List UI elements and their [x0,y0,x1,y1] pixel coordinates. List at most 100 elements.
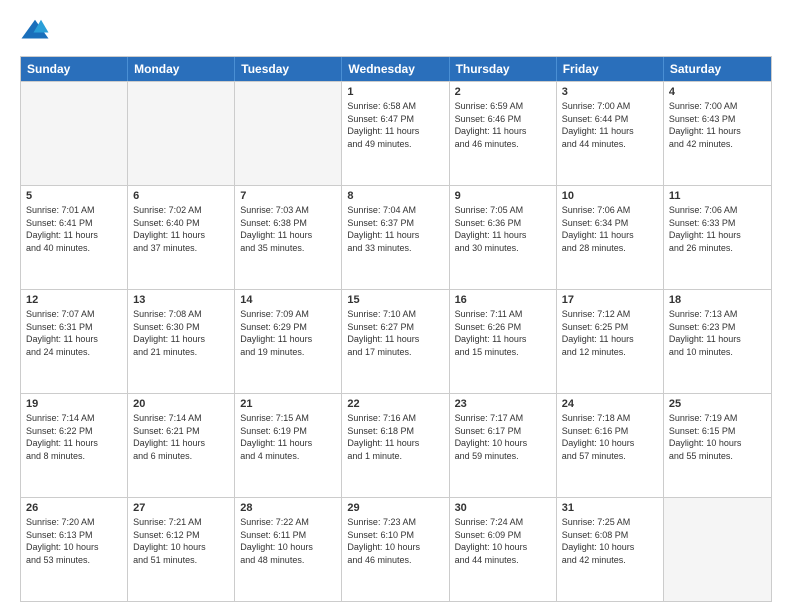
day-number: 19 [26,398,122,410]
day-number: 1 [347,86,443,98]
calendar-cell: 9 Sunrise: 7:05 AM Sunset: 6:36 PM Daylig… [450,186,557,289]
day-number: 22 [347,398,443,410]
calendar-cell: 31 Sunrise: 7:25 AM Sunset: 6:08 PM Dayli… [557,498,664,601]
header-cell-tuesday: Tuesday [235,57,342,81]
day-info: Sunrise: 7:15 AM Sunset: 6:19 PM Dayligh… [240,412,336,462]
day-info: Sunrise: 7:24 AM Sunset: 6:09 PM Dayligh… [455,516,551,566]
day-info: Sunrise: 7:05 AM Sunset: 6:36 PM Dayligh… [455,204,551,254]
day-info: Sunrise: 7:21 AM Sunset: 6:12 PM Dayligh… [133,516,229,566]
calendar-row: 19 Sunrise: 7:14 AM Sunset: 6:22 PM Dayli… [21,393,771,497]
day-number: 31 [562,502,658,514]
calendar-body: 1 Sunrise: 6:58 AM Sunset: 6:47 PM Daylig… [21,81,771,601]
day-info: Sunrise: 7:11 AM Sunset: 6:26 PM Dayligh… [455,308,551,358]
logo-icon [20,16,50,46]
day-info: Sunrise: 7:00 AM Sunset: 6:44 PM Dayligh… [562,100,658,150]
page: SundayMondayTuesdayWednesdayThursdayFrid… [0,0,792,612]
day-number: 17 [562,294,658,306]
calendar-cell: 27 Sunrise: 7:21 AM Sunset: 6:12 PM Dayli… [128,498,235,601]
day-info: Sunrise: 7:00 AM Sunset: 6:43 PM Dayligh… [669,100,766,150]
day-number: 11 [669,190,766,202]
day-info: Sunrise: 7:20 AM Sunset: 6:13 PM Dayligh… [26,516,122,566]
day-info: Sunrise: 7:14 AM Sunset: 6:21 PM Dayligh… [133,412,229,462]
calendar-cell: 19 Sunrise: 7:14 AM Sunset: 6:22 PM Dayli… [21,394,128,497]
day-info: Sunrise: 7:25 AM Sunset: 6:08 PM Dayligh… [562,516,658,566]
day-info: Sunrise: 7:14 AM Sunset: 6:22 PM Dayligh… [26,412,122,462]
calendar: SundayMondayTuesdayWednesdayThursdayFrid… [20,56,772,602]
calendar-cell: 17Sunrise: 7:12 AM Sunset: 6:25 PM Dayli… [557,290,664,393]
calendar-cell: 15Sunrise: 7:10 AM Sunset: 6:27 PM Dayli… [342,290,449,393]
header-cell-monday: Monday [128,57,235,81]
calendar-cell [664,498,771,601]
header-cell-saturday: Saturday [664,57,771,81]
day-number: 18 [669,294,766,306]
day-number: 13 [133,294,229,306]
day-number: 16 [455,294,551,306]
calendar-cell: 6Sunrise: 7:02 AM Sunset: 6:40 PM Daylig… [128,186,235,289]
day-number: 30 [455,502,551,514]
day-info: Sunrise: 7:06 AM Sunset: 6:34 PM Dayligh… [562,204,658,254]
calendar-row: 26 Sunrise: 7:20 AM Sunset: 6:13 PM Dayli… [21,497,771,601]
calendar-cell: 8 Sunrise: 7:04 AM Sunset: 6:37 PM Daylig… [342,186,449,289]
day-info: Sunrise: 6:59 AM Sunset: 6:46 PM Dayligh… [455,100,551,150]
calendar-row: 5Sunrise: 7:01 AM Sunset: 6:41 PM Daylig… [21,185,771,289]
day-info: Sunrise: 7:07 AM Sunset: 6:31 PM Dayligh… [26,308,122,358]
calendar-cell: 2 Sunrise: 6:59 AM Sunset: 6:46 PM Daylig… [450,82,557,185]
day-number: 3 [562,86,658,98]
day-info: Sunrise: 7:03 AM Sunset: 6:38 PM Dayligh… [240,204,336,254]
day-number: 6 [133,190,229,202]
day-number: 2 [455,86,551,98]
calendar-cell: 11 Sunrise: 7:06 AM Sunset: 6:33 PM Dayli… [664,186,771,289]
day-number: 10 [562,190,658,202]
day-number: 23 [455,398,551,410]
calendar-cell: 21 Sunrise: 7:15 AM Sunset: 6:19 PM Dayli… [235,394,342,497]
day-info: Sunrise: 7:06 AM Sunset: 6:33 PM Dayligh… [669,204,766,254]
calendar-cell [128,82,235,185]
header-cell-sunday: Sunday [21,57,128,81]
day-info: Sunrise: 7:08 AM Sunset: 6:30 PM Dayligh… [133,308,229,358]
calendar-cell: 16 Sunrise: 7:11 AM Sunset: 6:26 PM Dayli… [450,290,557,393]
day-number: 24 [562,398,658,410]
header-cell-thursday: Thursday [450,57,557,81]
day-number: 4 [669,86,766,98]
day-info: Sunrise: 7:10 AM Sunset: 6:27 PM Dayligh… [347,308,443,358]
day-number: 14 [240,294,336,306]
calendar-cell: 7Sunrise: 7:03 AM Sunset: 6:38 PM Daylig… [235,186,342,289]
day-info: Sunrise: 7:17 AM Sunset: 6:17 PM Dayligh… [455,412,551,462]
calendar-cell: 13 Sunrise: 7:08 AM Sunset: 6:30 PM Dayli… [128,290,235,393]
day-info: Sunrise: 6:58 AM Sunset: 6:47 PM Dayligh… [347,100,443,150]
calendar-cell: 24 Sunrise: 7:18 AM Sunset: 6:16 PM Dayli… [557,394,664,497]
day-number: 9 [455,190,551,202]
day-info: Sunrise: 7:18 AM Sunset: 6:16 PM Dayligh… [562,412,658,462]
logo [20,16,54,46]
calendar-cell: 23 Sunrise: 7:17 AM Sunset: 6:17 PM Dayli… [450,394,557,497]
calendar-cell: 28 Sunrise: 7:22 AM Sunset: 6:11 PM Dayli… [235,498,342,601]
calendar-cell: 18Sunrise: 7:13 AM Sunset: 6:23 PM Dayli… [664,290,771,393]
calendar-cell: 25Sunrise: 7:19 AM Sunset: 6:15 PM Dayli… [664,394,771,497]
calendar-cell: 12Sunrise: 7:07 AM Sunset: 6:31 PM Dayli… [21,290,128,393]
calendar-header: SundayMondayTuesdayWednesdayThursdayFrid… [21,57,771,81]
day-info: Sunrise: 7:22 AM Sunset: 6:11 PM Dayligh… [240,516,336,566]
day-number: 29 [347,502,443,514]
day-number: 21 [240,398,336,410]
day-number: 26 [26,502,122,514]
calendar-cell: 3 Sunrise: 7:00 AM Sunset: 6:44 PM Daylig… [557,82,664,185]
day-number: 28 [240,502,336,514]
day-number: 5 [26,190,122,202]
calendar-cell: 26 Sunrise: 7:20 AM Sunset: 6:13 PM Dayli… [21,498,128,601]
day-number: 25 [669,398,766,410]
calendar-cell [21,82,128,185]
calendar-cell: 14 Sunrise: 7:09 AM Sunset: 6:29 PM Dayli… [235,290,342,393]
day-number: 27 [133,502,229,514]
top-section [20,16,772,46]
day-number: 20 [133,398,229,410]
calendar-cell: 22Sunrise: 7:16 AM Sunset: 6:18 PM Dayli… [342,394,449,497]
day-info: Sunrise: 7:04 AM Sunset: 6:37 PM Dayligh… [347,204,443,254]
calendar-cell: 20 Sunrise: 7:14 AM Sunset: 6:21 PM Dayli… [128,394,235,497]
calendar-cell: 5Sunrise: 7:01 AM Sunset: 6:41 PM Daylig… [21,186,128,289]
calendar-row: 12Sunrise: 7:07 AM Sunset: 6:31 PM Dayli… [21,289,771,393]
calendar-cell: 29 Sunrise: 7:23 AM Sunset: 6:10 PM Dayli… [342,498,449,601]
day-number: 8 [347,190,443,202]
calendar-cell: 1 Sunrise: 6:58 AM Sunset: 6:47 PM Daylig… [342,82,449,185]
day-info: Sunrise: 7:09 AM Sunset: 6:29 PM Dayligh… [240,308,336,358]
day-info: Sunrise: 7:23 AM Sunset: 6:10 PM Dayligh… [347,516,443,566]
